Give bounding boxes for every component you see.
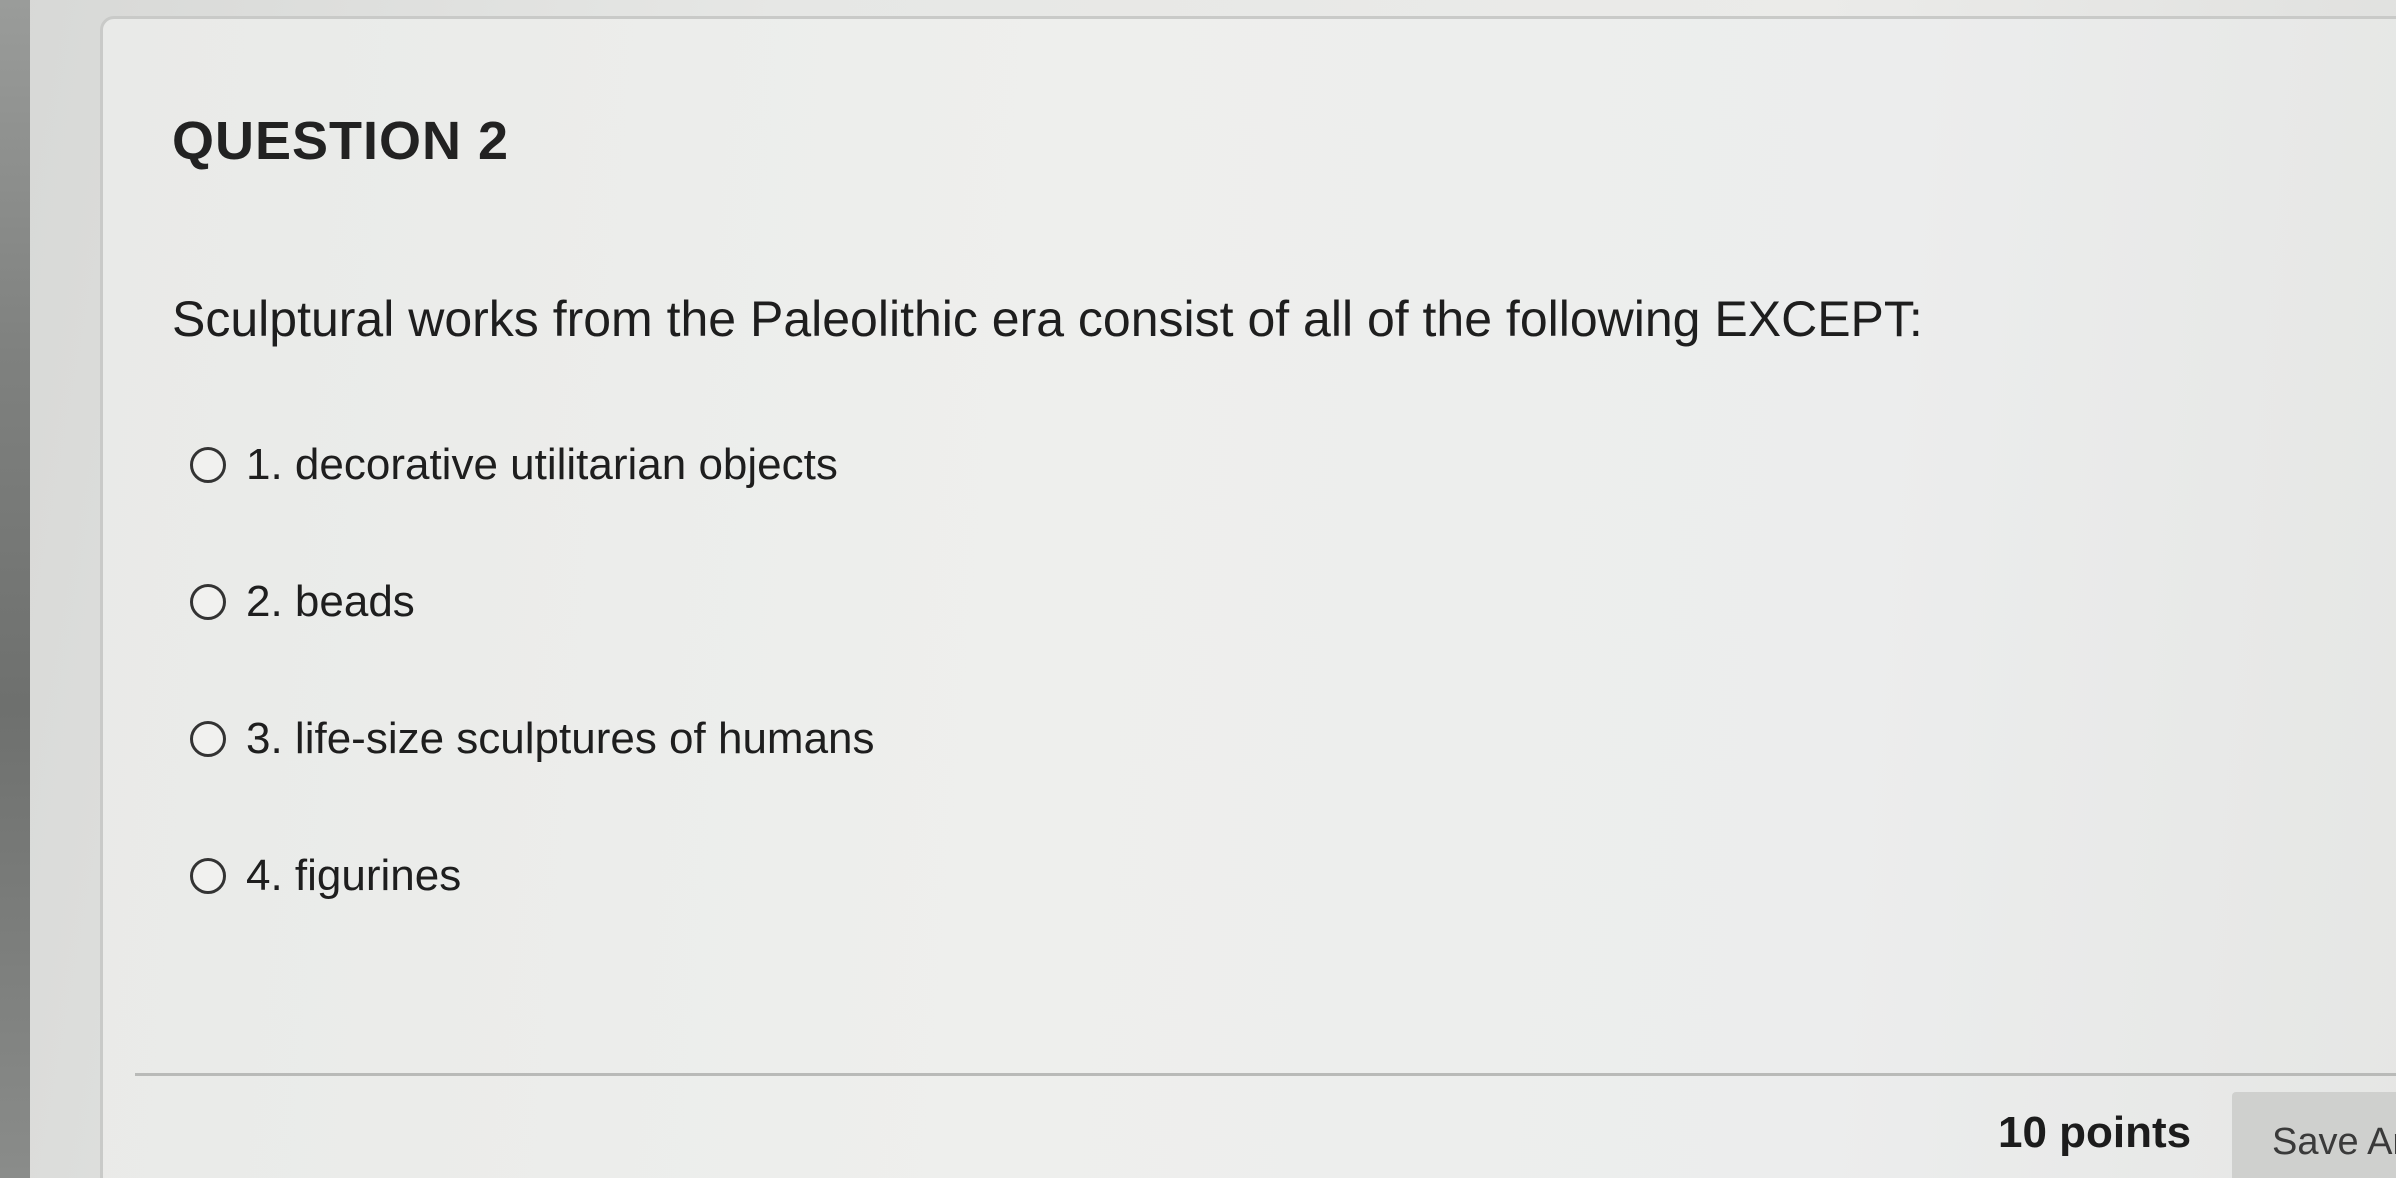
answer-option-label: 4. figurines <box>246 851 462 900</box>
radio-button-icon[interactable] <box>190 447 226 483</box>
answer-option-3[interactable]: 3. life-size sculptures of humans <box>190 704 875 774</box>
answer-option-label: 2. beads <box>246 577 415 626</box>
footer-divider <box>135 1073 2396 1076</box>
answer-option-label: 1. decorative utilitarian objects <box>246 440 838 489</box>
radio-button-icon[interactable] <box>190 858 226 894</box>
save-answer-button[interactable]: Save An <box>2232 1092 2396 1178</box>
answer-option-4[interactable]: 4. figurines <box>190 841 875 911</box>
page: QUESTION 2 Sculptural works from the Pal… <box>0 0 2396 1178</box>
answer-options: 1. decorative utilitarian objects 2. bea… <box>190 430 875 978</box>
answer-option-1[interactable]: 1. decorative utilitarian objects <box>190 430 875 500</box>
radio-button-icon[interactable] <box>190 584 226 620</box>
question-title: QUESTION 2 <box>172 111 510 171</box>
left-edge-strip <box>0 0 30 1178</box>
radio-button-icon[interactable] <box>190 721 226 757</box>
answer-option-2[interactable]: 2. beads <box>190 567 875 637</box>
points-label: 10 points <box>1998 1108 2192 1157</box>
answer-option-label: 3. life-size sculptures of humans <box>246 714 875 763</box>
question-text: Sculptural works from the Paleolithic er… <box>172 291 1923 347</box>
